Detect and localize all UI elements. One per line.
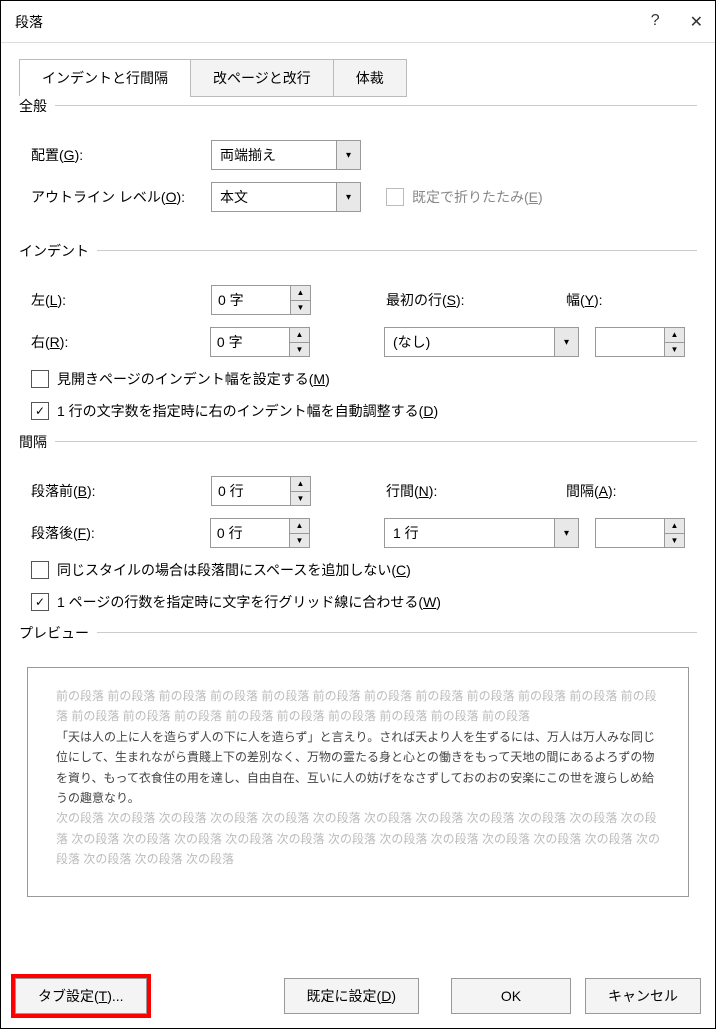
indent-legend: インデント [19,241,97,261]
down-arrow-icon[interactable]: ▼ [665,534,684,548]
before-label: 段落前(B): [31,481,211,501]
preview-body: 「天は人の上に人を造らず人の下に人を造らず」と言えり。されば天より人を生ずるには… [56,727,660,809]
collapse-checkbox [386,188,404,206]
auto-indent-label: 1 行の文字数を指定時に右のインデント幅を自動調整する(D) [57,401,438,421]
down-arrow-icon[interactable]: ▼ [291,301,310,315]
chevron-down-icon: ▾ [336,141,360,169]
collapse-label: 既定で折りたたみ(E) [412,187,543,207]
chevron-down-icon: ▾ [336,183,360,211]
at-label: 間隔(A): [566,481,617,501]
up-arrow-icon[interactable]: ▲ [665,519,684,534]
preview-after: 次の段落 次の段落 次の段落 次の段落 次の段落 次の段落 次の段落 次の段落 … [56,808,660,869]
tab-indent-spacing[interactable]: インデントと行間隔 [19,59,191,97]
general-legend: 全般 [19,96,55,116]
alignment-label: 配置(G): [31,145,211,165]
tab-strip: インデントと行間隔 改ページと改行 体裁 [19,59,697,97]
down-arrow-icon[interactable]: ▼ [290,343,309,357]
after-spinner[interactable]: 0 行 ▲▼ [210,518,310,548]
width-label: 幅(Y): [566,290,603,310]
default-button[interactable]: 既定に設定(D) [284,978,419,1014]
grid-label: 1 ページの行数を指定時に文字を行グリッド線に合わせる(W) [57,592,441,612]
tab-page-break[interactable]: 改ページと改行 [190,59,334,97]
outline-select[interactable]: 本文 ▾ [211,182,361,212]
preview-box: 前の段落 前の段落 前の段落 前の段落 前の段落 前の段落 前の段落 前の段落 … [27,667,689,897]
outline-label: アウトライン レベル(O): [31,187,211,207]
dialog-title: 段落 [15,12,43,32]
auto-indent-checkbox[interactable]: ✓ [31,402,49,420]
left-indent-spinner[interactable]: 0 字 ▲▼ [211,285,311,315]
preview-legend: プレビュー [19,623,97,643]
down-arrow-icon[interactable]: ▼ [290,534,309,548]
first-line-select[interactable]: (なし) ▾ [384,327,579,357]
cancel-button[interactable]: キャンセル [585,978,701,1014]
mirror-label: 見開きページのインデント幅を設定する(M) [57,369,330,389]
right-indent-spinner[interactable]: 0 字 ▲▼ [210,327,310,357]
grid-checkbox[interactable]: ✓ [31,593,49,611]
up-arrow-icon[interactable]: ▲ [291,477,310,492]
up-arrow-icon[interactable]: ▲ [665,328,684,343]
left-label: 左(L): [31,290,211,310]
preview-before: 前の段落 前の段落 前の段落 前の段落 前の段落 前の段落 前の段落 前の段落 … [56,686,660,727]
up-arrow-icon[interactable]: ▲ [291,286,310,301]
nospace-label: 同じスタイルの場合は段落間にスペースを追加しない(C) [57,560,411,580]
title-bar: 段落 ? ✕ [1,1,715,43]
after-label: 段落後(F): [31,523,210,543]
chevron-down-icon: ▾ [554,519,578,547]
tabs-button[interactable]: タブ設定(T)... [15,978,147,1014]
ok-button[interactable]: OK [451,978,571,1014]
nospace-checkbox[interactable] [31,561,49,579]
spacing-legend: 間隔 [19,432,55,452]
right-label: 右(R): [31,332,210,352]
tab-format[interactable]: 体裁 [333,59,407,97]
mirror-checkbox[interactable] [31,370,49,388]
before-spinner[interactable]: 0 行 ▲▼ [211,476,311,506]
width-spinner[interactable]: ▲▼ [595,327,685,357]
down-arrow-icon[interactable]: ▼ [291,492,310,506]
chevron-down-icon: ▾ [554,328,578,356]
up-arrow-icon[interactable]: ▲ [290,519,309,534]
up-arrow-icon[interactable]: ▲ [290,328,309,343]
close-icon[interactable]: ✕ [690,12,703,32]
first-line-label: 最初の行(S): [366,290,566,310]
down-arrow-icon[interactable]: ▼ [665,343,684,357]
linespacing-select[interactable]: 1 行 ▾ [384,518,579,548]
at-spinner[interactable]: ▲▼ [595,518,685,548]
help-icon[interactable]: ? [651,12,660,32]
linespacing-label: 行間(N): [366,481,566,501]
alignment-select[interactable]: 両端揃え ▾ [211,140,361,170]
